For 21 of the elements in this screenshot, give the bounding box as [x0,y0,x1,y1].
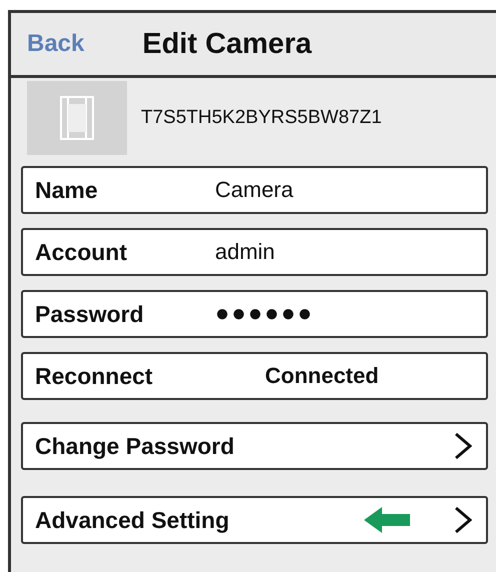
screen-title: Edit Camera [142,28,312,60]
chevron-icon [454,506,472,534]
password-dots: ●●●●●● [215,300,314,328]
menu-row[interactable]: Advanced Setting [21,496,488,544]
menu-row[interactable]: Change Password [21,422,488,470]
menu-label: Advanced Setting [35,506,230,534]
film-icon [60,96,94,140]
field-value: admin [215,239,275,265]
camera-id: T7S5TH5K2BYRS5BW87Z1 [141,107,382,129]
menu-label: Change Password [35,432,236,460]
field-label: Password [35,300,145,328]
form-row[interactable]: Password ●●●●●● [21,290,488,338]
form-row[interactable]: Name Camera [21,166,488,214]
chevron-icon [454,432,472,460]
form-row[interactable]: Reconnect Connected [21,352,488,400]
field-label: Reconnect [35,362,154,390]
status-value: Connected [265,363,379,389]
form-row[interactable]: Account admin [21,228,488,276]
field-value: Camera [215,177,294,203]
field-label: Account [35,238,128,266]
field-label: Name [35,176,99,204]
